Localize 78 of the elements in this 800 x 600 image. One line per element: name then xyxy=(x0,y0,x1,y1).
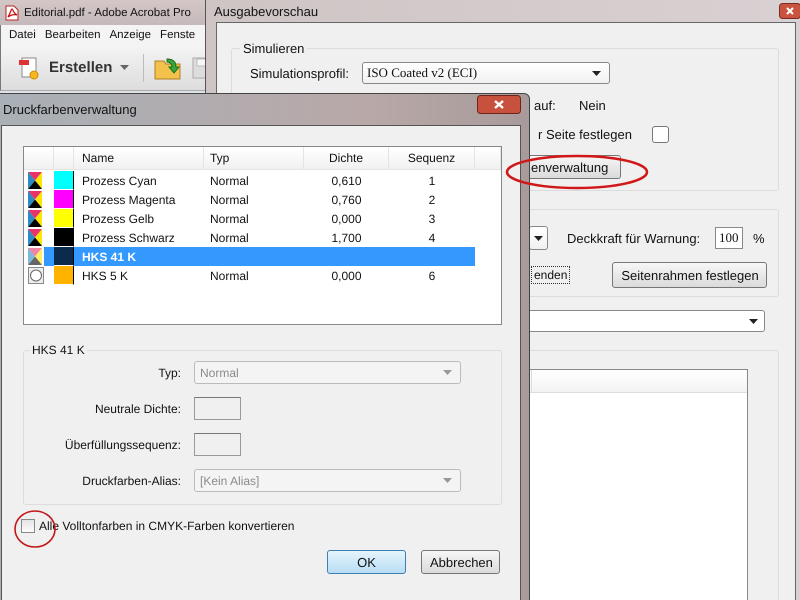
close-icon[interactable] xyxy=(779,3,800,19)
group-title: HKS 41 K xyxy=(31,343,86,357)
dropdown-field[interactable] xyxy=(529,226,548,250)
table-cell-text: 0,000 xyxy=(330,268,363,282)
caret-icon xyxy=(443,370,452,375)
table-cell-text: Normal xyxy=(209,192,250,206)
table-cell-text: HKS 5 K xyxy=(81,268,130,282)
table-cell-text: Normal xyxy=(209,174,250,188)
table-cell-text: 3 xyxy=(428,212,436,226)
table-cell-text: Prozess Gelb xyxy=(81,212,156,226)
group-title: Simulieren xyxy=(242,41,306,56)
caret-icon xyxy=(749,318,758,324)
page-frame-button[interactable]: Seitenrahmen festlegen xyxy=(612,262,768,288)
opacity-input[interactable]: 100 xyxy=(715,227,743,249)
column-header[interactable]: Dichte xyxy=(304,147,389,169)
caret-icon xyxy=(534,236,543,240)
table-cell-text: 1,700 xyxy=(330,230,363,244)
option-label[interactable]: enden xyxy=(531,266,570,284)
table-cell-text: Normal xyxy=(209,212,250,226)
table-cell-text: Normal xyxy=(209,268,250,282)
field-label: Typ: xyxy=(157,366,182,380)
column-header[interactable]: Sequenz xyxy=(389,147,475,169)
ink-row[interactable]: HKS 5 K Normal 0,000 6 xyxy=(24,266,501,285)
cancel-button[interactable]: Abbrechen xyxy=(421,550,500,574)
trap-input[interactable] xyxy=(194,433,241,456)
menu-item[interactable]: Anzeige xyxy=(109,29,152,41)
ink-row[interactable]: Prozess Cyan Normal 0,610 1 xyxy=(24,171,501,190)
field-label: Überfüllungssequenz: xyxy=(64,438,182,452)
field-value: Nein xyxy=(579,98,606,112)
field-label: auf: xyxy=(534,98,557,112)
close-icon[interactable] xyxy=(477,95,521,114)
table-cell-text: 4 xyxy=(428,230,436,244)
checkbox[interactable] xyxy=(652,126,669,142)
column-header[interactable]: Name xyxy=(74,147,204,169)
process-ink-icon xyxy=(28,210,42,227)
process-ink-icon xyxy=(28,172,42,189)
field-label: r Seite festlegen xyxy=(538,126,633,142)
highlight-circle xyxy=(13,509,57,549)
field-label: Deckkraft für Warnung: xyxy=(567,230,702,246)
spot-ink-icon xyxy=(28,267,44,284)
caret-icon xyxy=(120,64,130,70)
document-icon xyxy=(17,54,41,80)
table-cell-text: 6 xyxy=(428,268,436,282)
window-title: Editorial.pdf - Adobe Acrobat Pro xyxy=(24,6,191,18)
caret-icon xyxy=(592,70,601,76)
ok-button[interactable]: OK xyxy=(327,550,406,574)
field-label: Simulationsprofil: xyxy=(250,66,350,80)
table-cell-text: HKS 41 K xyxy=(81,250,138,264)
field-label: Druckfarben-Alias: xyxy=(81,474,182,488)
menu-item[interactable]: Bearbeiten xyxy=(44,29,100,41)
checkbox[interactable] xyxy=(21,519,35,533)
table-cell-text: 0,000 xyxy=(330,212,363,226)
ink-row[interactable]: Prozess Gelb Normal 0,000 3 xyxy=(24,209,501,228)
table-cell-text: Prozess Cyan xyxy=(81,174,158,188)
process-ink-icon xyxy=(28,248,42,265)
column-header[interactable]: Typ xyxy=(204,147,304,169)
table-cell-text: 0,760 xyxy=(330,192,363,206)
ink-row[interactable]: Prozess Schwarz Normal 1,700 4 xyxy=(24,228,501,247)
caret-icon xyxy=(443,478,452,483)
create-button[interactable]: Erstellen xyxy=(13,52,134,82)
field-label: Neutrale Dichte: xyxy=(94,402,182,416)
table-cell-text: Normal xyxy=(209,230,250,244)
table-cell-text: Prozess Magenta xyxy=(81,192,176,206)
window-title: Ausgabevorschau xyxy=(214,4,318,18)
process-ink-icon xyxy=(28,191,42,208)
window-title: Druckfarbenverwaltung xyxy=(3,102,137,116)
menu-item[interactable]: Datei xyxy=(9,29,36,41)
table-cell-text: 1 xyxy=(428,174,436,188)
profile-dropdown[interactable]: ISO Coated v2 (ECI) xyxy=(362,62,610,84)
table-cell-text: 2 xyxy=(428,192,436,206)
unit-label: % xyxy=(753,230,765,246)
process-ink-icon xyxy=(28,229,42,246)
ink-row[interactable]: Prozess Magenta Normal 0,760 2 xyxy=(24,190,501,209)
pdf-icon xyxy=(4,4,20,20)
menu-item[interactable]: Fenste xyxy=(160,29,196,41)
density-input[interactable] xyxy=(194,397,241,420)
table-cell-text: Prozess Schwarz xyxy=(81,230,176,244)
table-cell-text: 0,610 xyxy=(330,174,363,188)
